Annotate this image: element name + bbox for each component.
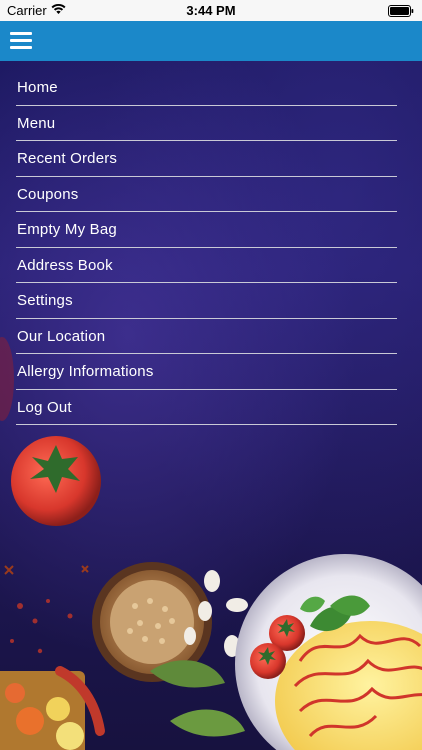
menu-item-allergy-informations[interactable]: Allergy Informations bbox=[16, 354, 397, 390]
menu-item-log-out[interactable]: Log Out bbox=[16, 390, 397, 425]
navigation-bar bbox=[0, 21, 422, 61]
menu-item-address-book[interactable]: Address Book bbox=[16, 248, 397, 283]
battery-icon bbox=[388, 5, 414, 20]
status-bar: Carrier 3:44 PM bbox=[0, 0, 422, 21]
menu-item-recent-orders[interactable]: Recent Orders bbox=[16, 141, 397, 177]
menu-item-settings[interactable]: Settings bbox=[16, 283, 397, 319]
menu-item-coupons[interactable]: Coupons bbox=[16, 177, 397, 212]
menu-item-our-location[interactable]: Our Location bbox=[16, 319, 397, 354]
menu-item-empty-my-bag[interactable]: Empty My Bag bbox=[16, 212, 397, 248]
navigation-menu: Home Menu Recent Orders Coupons Empty My… bbox=[16, 70, 397, 425]
menu-item-home[interactable]: Home bbox=[16, 70, 397, 106]
hamburger-menu-icon[interactable] bbox=[10, 32, 32, 50]
clock-time: 3:44 PM bbox=[186, 3, 236, 18]
side-menu-panel: Home Menu Recent Orders Coupons Empty My… bbox=[0, 61, 422, 750]
menu-item-menu[interactable]: Menu bbox=[16, 106, 397, 141]
